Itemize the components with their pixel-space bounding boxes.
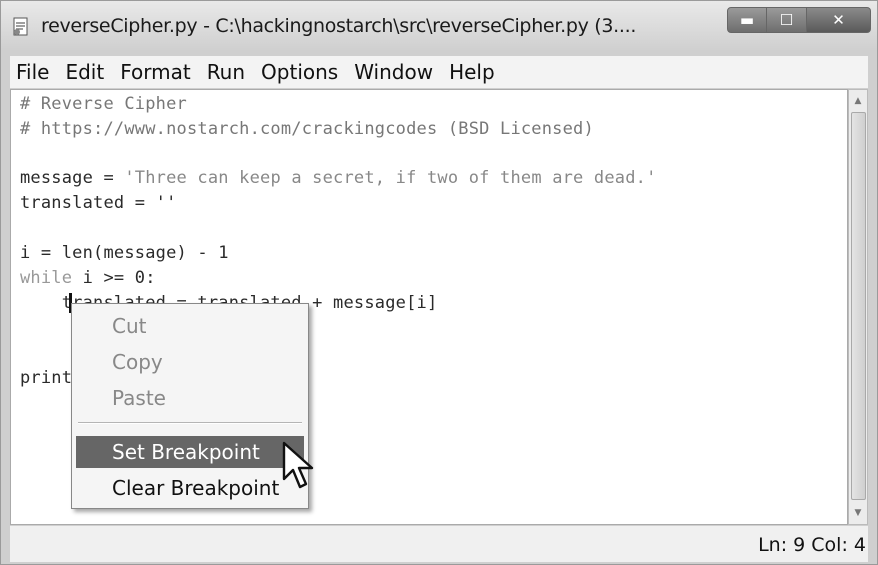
context-menu: Cut Copy Paste Set Breakpoint Clear Brea… xyxy=(71,303,309,509)
code-line-1: # Reverse Cipher xyxy=(20,94,187,114)
close-icon: ✕ xyxy=(832,11,845,29)
close-button[interactable]: ✕ xyxy=(807,7,871,33)
cursor-position: Ln: 9 Col: 4 xyxy=(758,534,866,556)
window-title: reverseCipher.py - C:\hackingnostarch\sr… xyxy=(41,15,637,37)
context-separator xyxy=(78,422,302,424)
minimize-button[interactable]: ▬ xyxy=(727,7,767,33)
python-file-icon xyxy=(13,17,28,36)
code-line-2: # https://www.nostarch.com/crackingcodes… xyxy=(20,119,594,139)
status-bar: Ln: 9 Col: 4 xyxy=(10,526,868,562)
code-line-8: while i >= 0: xyxy=(20,268,156,288)
context-set-breakpoint[interactable]: Set Breakpoint xyxy=(76,436,304,468)
scroll-up-arrow-icon[interactable]: ▲ xyxy=(849,92,867,110)
context-paste[interactable]: Paste xyxy=(76,382,304,414)
menu-format[interactable]: Format xyxy=(114,60,196,84)
code-message-assign: message = xyxy=(20,168,125,188)
code-line-12: print xyxy=(20,368,73,388)
scroll-down-arrow-icon[interactable]: ▼ xyxy=(849,504,867,522)
menu-bar: File Edit Format Run Options Window Help xyxy=(10,56,868,88)
code-while-condition: i >= 0: xyxy=(72,268,156,288)
context-clear-breakpoint[interactable]: Clear Breakpoint xyxy=(76,472,304,504)
menu-help[interactable]: Help xyxy=(443,60,501,84)
idle-editor-window: reverseCipher.py - C:\hackingnostarch\sr… xyxy=(0,0,878,565)
context-cut[interactable]: Cut xyxy=(76,310,304,342)
code-keyword-while: while xyxy=(20,268,73,288)
code-line-7: i = len(message) - 1 xyxy=(20,243,229,263)
maximize-button[interactable]: ☐ xyxy=(767,7,807,33)
vertical-scrollbar[interactable]: ▲ ▼ xyxy=(848,89,868,525)
code-line-4: message = 'Three can keep a secret, if t… xyxy=(20,168,657,188)
code-message-string: 'Three can keep a secret, if two of them… xyxy=(124,168,657,188)
context-copy[interactable]: Copy xyxy=(76,346,304,378)
minimize-icon: ▬ xyxy=(739,11,755,29)
maximize-icon: ☐ xyxy=(779,11,794,29)
menu-edit[interactable]: Edit xyxy=(59,60,110,84)
menu-options[interactable]: Options xyxy=(255,60,344,84)
menu-file[interactable]: File xyxy=(10,60,55,84)
window-controls: ▬ ☐ ✕ xyxy=(727,7,871,33)
code-line-5: translated = '' xyxy=(20,193,177,213)
menu-window[interactable]: Window xyxy=(348,60,439,84)
title-bar[interactable]: reverseCipher.py - C:\hackingnostarch\sr… xyxy=(1,1,877,51)
scrollbar-thumb[interactable] xyxy=(851,112,866,500)
mouse-pointer-icon xyxy=(282,441,314,489)
menu-run[interactable]: Run xyxy=(201,60,251,84)
